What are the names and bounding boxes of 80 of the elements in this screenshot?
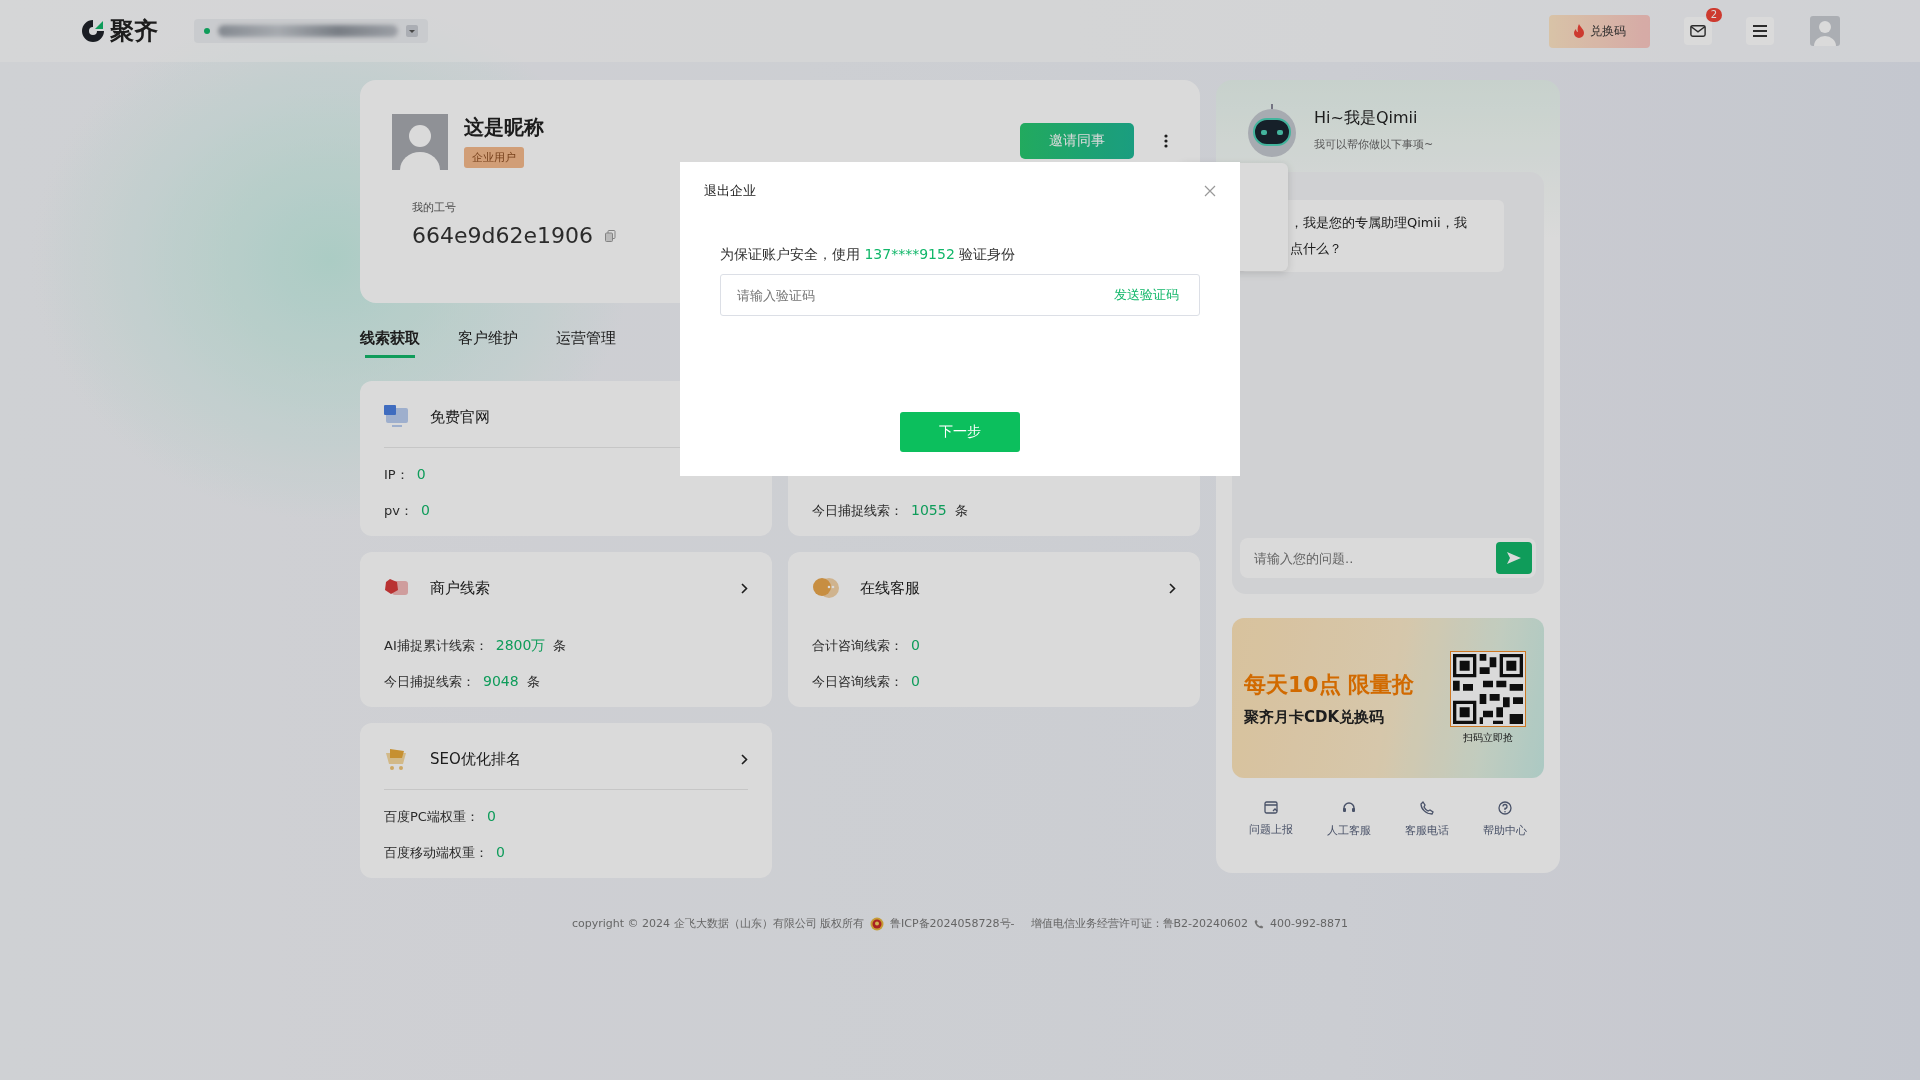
help-link[interactable]: 人工客服 (1321, 800, 1377, 839)
stat-unit: 条 (954, 502, 968, 520)
stat-label: 合计咨询线索： (812, 637, 903, 655)
stat-unit: 条 (526, 673, 540, 691)
question-input[interactable]: 请输入您的问题.. (1252, 549, 1496, 567)
report-icon (1264, 801, 1278, 814)
stat-value: 9048 (483, 673, 519, 689)
chat-message-line: 点什么？ (1290, 240, 1343, 258)
robot-icon (1246, 102, 1298, 158)
flame-icon (1573, 24, 1585, 38)
chevron-right-icon[interactable] (741, 582, 748, 594)
tab[interactable]: 运营管理 (556, 329, 616, 361)
icp-link[interactable]: 鲁ICP备2024058728号- (890, 916, 1015, 931)
mail-icon (1690, 24, 1706, 38)
chevron-right-icon[interactable] (741, 753, 748, 765)
phone-icon (1420, 801, 1434, 815)
card-title: SEO优化排名 (430, 749, 521, 769)
id-label: 我的工号 (412, 200, 456, 215)
stat-label: AI捕捉累计线索： (384, 637, 488, 655)
qr-caption: 扫码立即抢 (1463, 731, 1513, 745)
id-value: 664e9d62e1906 (412, 223, 593, 248)
question-field[interactable]: 请输入您的问题.. (1240, 538, 1536, 578)
promo-banner[interactable]: 每天10点 限量抢 聚齐月卡CDK兑换码 扫码立即抢 (1232, 618, 1544, 778)
caret-icon (406, 25, 418, 37)
stat-value: 0 (416, 466, 426, 482)
chevron-right-icon[interactable] (1169, 582, 1176, 594)
nickname: 这是昵称 (464, 114, 544, 141)
stat-value: 0 (911, 637, 920, 653)
copyright-text: copyright © 2024 企飞大数据（山东）有限公司 版权所有 (571, 916, 865, 931)
police-emblem-icon (870, 916, 885, 931)
card-title: 商户线索 (430, 578, 490, 598)
phone-number: 400-992-8871 (1270, 917, 1349, 930)
stat-label: 今日捕捉线索： (384, 673, 475, 691)
close-icon[interactable] (1204, 185, 1216, 197)
card-title: 免费官网 (430, 407, 490, 427)
redeem-button[interactable]: 兑换码 (1549, 14, 1650, 48)
copy-icon[interactable] (605, 229, 616, 242)
help-icon (1498, 801, 1512, 815)
assistant-subtitle: 我可以帮你做以下事项~ (1314, 137, 1434, 152)
avatar-icon (392, 114, 448, 170)
stat-value: 1055 (911, 502, 947, 518)
send-icon (1506, 551, 1522, 565)
stat-value: 0 (496, 844, 505, 860)
menu-icon (1752, 24, 1768, 38)
menu-button[interactable] (1746, 17, 1774, 45)
dialog-title: 退出企业 (704, 182, 756, 200)
headset-icon (1342, 801, 1356, 815)
stat-value: 2800万 (495, 637, 546, 655)
help-link[interactable]: 帮助中心 (1477, 800, 1533, 839)
verification-message: 为保证账户安全，使用 137****9152 验证身份 (720, 246, 1017, 264)
logo-text: 聚齐 (110, 16, 158, 47)
help-link[interactable]: 问题上报 (1243, 800, 1299, 839)
phone-icon (1254, 918, 1265, 929)
mail-button[interactable] (1684, 17, 1712, 45)
monitor-icon (384, 405, 410, 429)
tab[interactable]: 客户维护 (458, 329, 518, 361)
chat-bubble-icon (812, 576, 840, 600)
stat-value: 0 (420, 502, 430, 518)
stat-value: 0 (911, 673, 920, 689)
tab[interactable]: 线索获取 (360, 329, 420, 361)
promo-subtitle: 聚齐月卡CDK兑换码 (1244, 707, 1386, 727)
help-link[interactable]: 客服电话 (1399, 800, 1455, 839)
stat-label: 百度移动端权重： (384, 844, 488, 862)
stat-unit: 条 (553, 637, 567, 655)
chat-message-line: ，我是您的专属助理Qimii，我 (1290, 214, 1468, 232)
assistant-title: Hi~我是Qimii (1314, 108, 1419, 129)
stat-label: IP： (384, 466, 409, 484)
license-text: 增值电信业务经营许可证：鲁B2-20240602 (1030, 916, 1249, 931)
send-button[interactable] (1496, 542, 1532, 574)
stat-label: 百度PC端权重： (384, 808, 479, 826)
stat-label: pv： (384, 502, 413, 520)
notification-badge: 2 (1705, 8, 1722, 22)
stat-label: 今日捕捉线索： (812, 502, 903, 520)
stat-value: 0 (486, 808, 496, 824)
more-icon[interactable] (1164, 134, 1168, 148)
card-title: 在线客服 (860, 578, 920, 598)
user-type-badge: 企业用户 (464, 147, 524, 168)
stat-label: 今日咨询线索： (812, 673, 903, 691)
promo-headline: 每天10点 限量抢 (1244, 670, 1416, 699)
logo-icon (80, 18, 106, 44)
